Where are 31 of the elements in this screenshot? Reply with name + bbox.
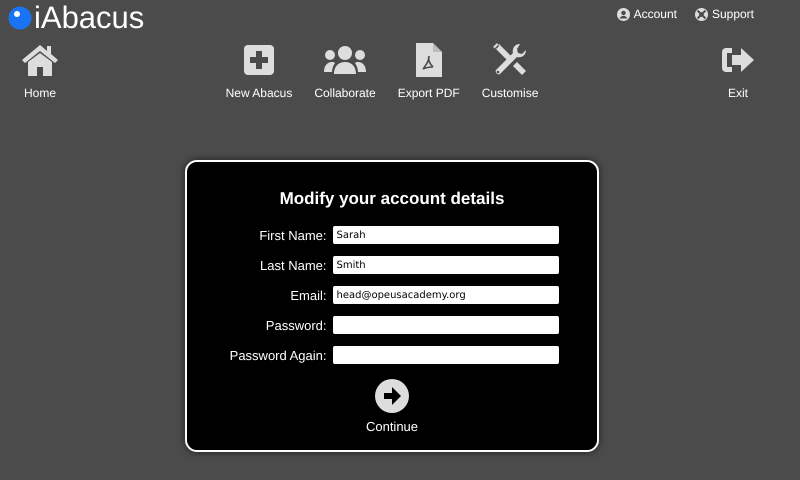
plus-button[interactable]: New Abacus xyxy=(220,40,298,100)
form-title: Modify your account details xyxy=(280,189,504,209)
tools-icon xyxy=(492,42,528,78)
field-label: First Name: xyxy=(258,228,326,242)
users-icon xyxy=(323,44,367,76)
support-link[interactable]: Support xyxy=(694,7,754,21)
home-icon xyxy=(20,43,60,77)
input-field[interactable] xyxy=(332,346,558,364)
tools-button[interactable]: Customise xyxy=(476,40,544,100)
input-field[interactable]: Smith xyxy=(332,256,558,274)
logo-text: iAbacus xyxy=(34,2,144,34)
user-icon xyxy=(616,8,630,20)
pdf-button[interactable]: Export PDF xyxy=(392,40,466,100)
account-link[interactable]: Account xyxy=(616,7,677,21)
field-label: Email: xyxy=(289,288,326,302)
pdf-file-icon xyxy=(414,42,443,78)
lifebuoy-icon xyxy=(694,8,708,20)
users-button[interactable]: Collaborate xyxy=(308,40,382,100)
continue-button[interactable]: Continue xyxy=(366,379,418,434)
plus-icon xyxy=(242,44,275,76)
input-field[interactable] xyxy=(332,316,558,334)
input-field[interactable]: head@opeusacademy.org xyxy=(332,286,558,304)
field-label: Password Again: xyxy=(228,348,326,362)
field-label: Password: xyxy=(264,318,326,332)
field-label: Last Name: xyxy=(259,258,326,272)
input-field[interactable]: Sarah xyxy=(332,226,558,244)
home-button[interactable]: Home xyxy=(8,40,72,100)
exit-icon xyxy=(720,45,756,75)
arrow-right-icon xyxy=(374,379,409,413)
logo-icon xyxy=(8,6,32,30)
exit-button[interactable]: Exit xyxy=(706,40,770,100)
